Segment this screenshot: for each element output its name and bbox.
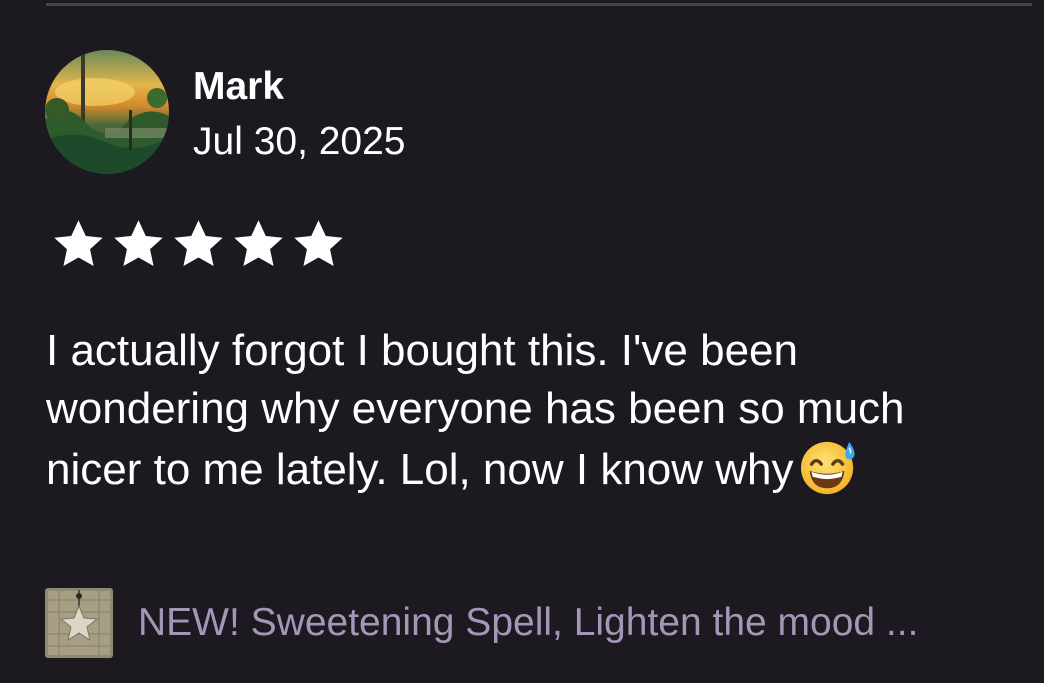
reviewer-name[interactable]: Mark: [193, 64, 284, 110]
product-thumbnail[interactable]: [45, 588, 113, 658]
star-icon: [174, 220, 223, 266]
star-rating: [50, 216, 347, 273]
avatar-image: [45, 50, 169, 174]
avatar[interactable]: [45, 50, 169, 174]
star-icon: [294, 220, 343, 266]
product-title[interactable]: NEW! Sweetening Spell, Lighten the mood …: [138, 600, 918, 646]
grinning-face-with-sweat-emoji: [800, 441, 855, 495]
star-icon: [114, 220, 163, 266]
review-text: I actually forgot I bought this. I've be…: [46, 326, 905, 494]
review-card: Mark Jul 30, 2025 I actually forgot I bo…: [0, 0, 1044, 683]
product-thumbnail-image: [45, 588, 113, 658]
star-icon: [54, 220, 103, 266]
review-date: Jul 30, 2025: [193, 120, 406, 163]
product-link[interactable]: NEW! Sweetening Spell, Lighten the mood …: [45, 588, 1035, 658]
review-body: I actually forgot I bought this. I've be…: [46, 322, 1006, 499]
star-icon: [234, 220, 283, 266]
